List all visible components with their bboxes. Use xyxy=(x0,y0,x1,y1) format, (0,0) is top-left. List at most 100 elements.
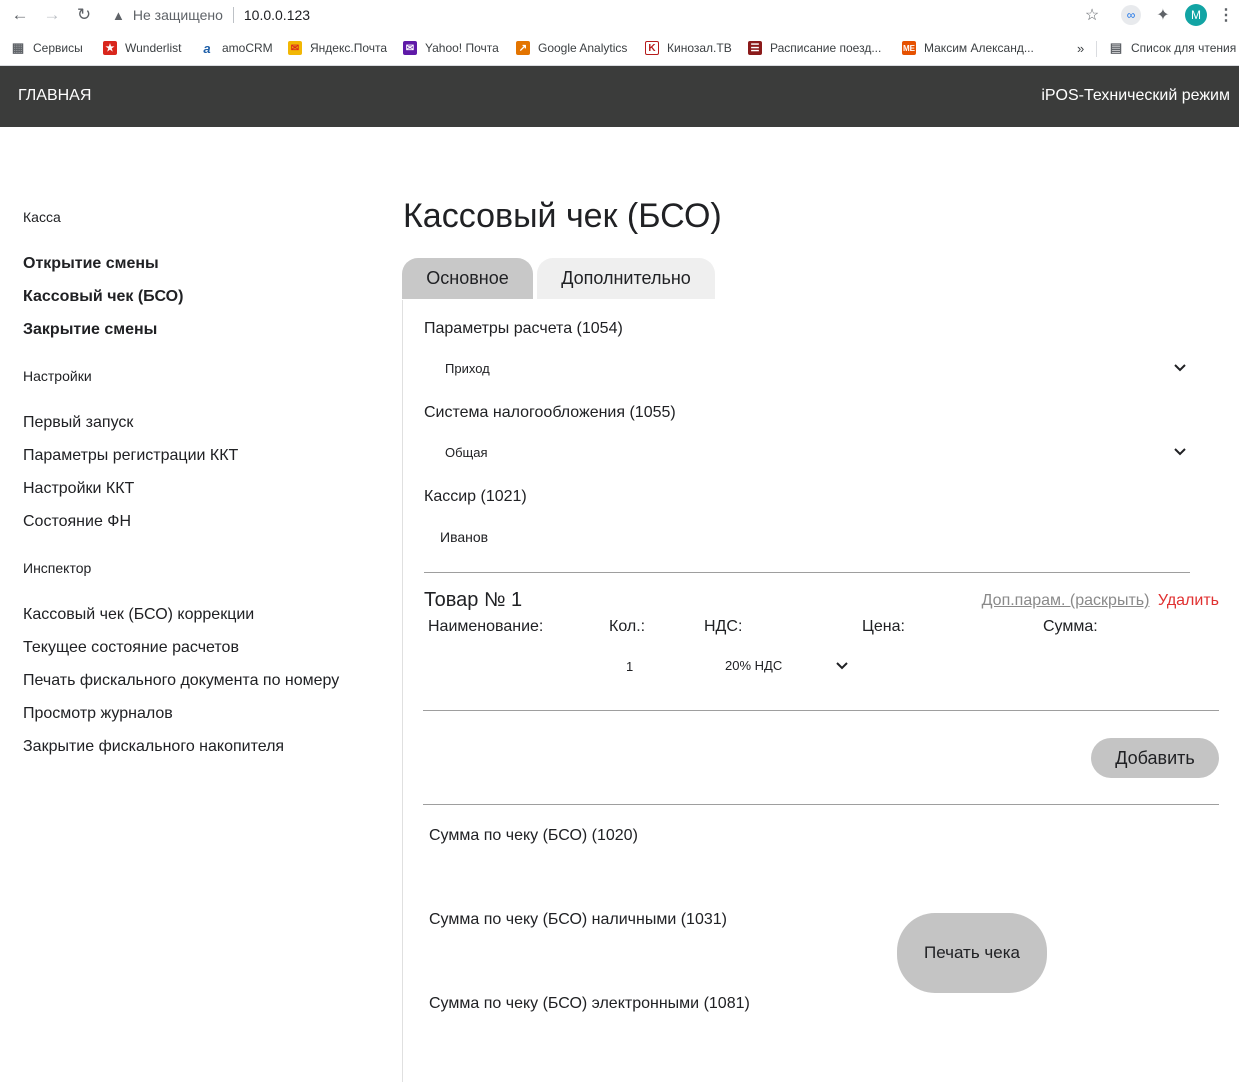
reload-icon[interactable]: ↻ xyxy=(72,4,96,26)
sidebar-item-kkt-settings[interactable]: Настройки ККТ xyxy=(23,480,134,498)
cashier-input[interactable]: Иванов xyxy=(424,522,1190,552)
sum-cash-input[interactable] xyxy=(429,939,829,969)
payment-params-select[interactable]: Приход xyxy=(424,354,1194,382)
bookmark-label: Кинозал.ТВ xyxy=(667,41,732,55)
address-separator xyxy=(232,7,234,23)
separator-line xyxy=(423,710,1219,711)
forward-arrow-icon[interactable]: → xyxy=(40,4,64,26)
chevron-down-icon xyxy=(1173,361,1187,375)
bookmarks-overflow-icon[interactable]: » xyxy=(1077,39,1084,57)
sum-cash-label: Сумма по чеку (БСО) наличными (1031) xyxy=(429,911,727,928)
payment-params-value: Приход xyxy=(445,361,490,376)
chevron-down-icon xyxy=(835,659,849,673)
sidebar-item-fn-status[interactable]: Состояние ФН xyxy=(23,513,131,531)
sum-electronic-input[interactable] xyxy=(429,1023,829,1053)
separator-line xyxy=(423,804,1219,805)
delete-item-link[interactable]: Удалить xyxy=(1158,592,1219,609)
item-sum-label: Сумма: xyxy=(1043,618,1098,635)
sidebar-item-settlement-status[interactable]: Текущее состояние расчетов xyxy=(23,639,239,657)
sum-electronic-label: Сумма по чеку (БСО) электронными (1081) xyxy=(429,995,750,1012)
yandex-mail-icon: ✉ xyxy=(288,41,302,55)
bookmark-amocrm[interactable]: a amoCRM xyxy=(200,39,273,57)
me-icon: ME xyxy=(902,41,916,55)
avatar-letter: M xyxy=(1185,4,1207,26)
item-actions: Доп.парам. (раскрыть) Удалить xyxy=(982,592,1219,610)
reading-list[interactable]: ▤ Список для чтения xyxy=(1109,39,1236,57)
add-item-button[interactable]: Добавить xyxy=(1091,738,1219,778)
sidebar-item-view-logs[interactable]: Просмотр журналов xyxy=(23,705,173,723)
wunderlist-icon: ★ xyxy=(103,41,117,55)
bookmark-label: Максим Александ... xyxy=(924,41,1034,55)
bookmark-kinozal[interactable]: K Кинозал.ТВ xyxy=(645,39,732,57)
bookmark-maxim[interactable]: ME Максим Александ... xyxy=(902,39,1034,57)
bookmarks-divider xyxy=(1096,41,1097,57)
address-bar[interactable]: ▲ Не защищено 10.0.0.123 xyxy=(112,4,310,26)
sidebar-item-close-fn[interactable]: Закрытие фискального накопителя xyxy=(23,738,284,756)
sidebar-item-correction-receipt[interactable]: Кассовый чек (БСО) коррекции xyxy=(23,606,254,624)
amocrm-icon: a xyxy=(203,40,211,56)
item-vat-label: НДС: xyxy=(704,618,743,635)
sidebar-item-receipt[interactable]: Кассовый чек (БСО) xyxy=(23,288,183,306)
bookmark-label: Сервисы xyxy=(33,41,83,55)
sidebar-item-kkt-registration[interactable]: Параметры регистрации ККТ xyxy=(23,447,238,465)
item-qty-label: Кол.: xyxy=(609,618,646,635)
sidebar-item-print-document[interactable]: Печать фискального документа по номеру xyxy=(23,672,339,690)
item-name-label: Наименование: xyxy=(428,618,544,635)
item-vat-value: 20% НДС xyxy=(725,658,783,673)
item-price-input[interactable] xyxy=(862,650,1022,680)
google-analytics-icon: ↗ xyxy=(516,41,530,55)
bookmark-services[interactable]: ▦ Сервисы xyxy=(11,39,83,57)
cashier-label: Кассир (1021) xyxy=(424,488,527,505)
tab-additional[interactable]: Дополнительно xyxy=(537,258,715,299)
warning-icon: ▲ xyxy=(112,7,125,23)
bookmark-label: amoCRM xyxy=(222,41,273,55)
sidebar-item-shift-close[interactable]: Закрытие смены xyxy=(23,321,157,339)
item-title: Товар № 1 xyxy=(424,589,523,611)
page-title: Кассовый чек (БСО) xyxy=(403,197,722,235)
tax-system-value: Общая xyxy=(445,445,488,460)
sidebar-item-first-launch[interactable]: Первый запуск xyxy=(23,414,133,432)
sidebar-section-kassa: Касса xyxy=(23,209,61,225)
print-receipt-button[interactable]: Печать чека xyxy=(897,913,1047,993)
sum-total-input[interactable] xyxy=(429,855,829,885)
bookmark-label: Google Analytics xyxy=(538,41,628,55)
bookmark-yandex-mail[interactable]: ✉ Яндекс.Почта xyxy=(288,39,387,57)
item-name-input[interactable] xyxy=(428,650,598,680)
url-text: 10.0.0.123 xyxy=(243,7,311,23)
browser-menu-icon[interactable]: ⋮ xyxy=(1216,4,1236,26)
sidebar-item-shift-open[interactable]: Открытие смены xyxy=(23,255,159,273)
bookmark-label: Yahoo! Почта xyxy=(425,41,499,55)
profile-avatar[interactable]: M xyxy=(1185,4,1207,26)
train-schedule-icon: ☰ xyxy=(748,41,762,55)
item-sum-input[interactable] xyxy=(1043,650,1213,680)
sidebar-section-settings: Настройки xyxy=(23,368,92,384)
item-qty-input[interactable]: 1 xyxy=(609,650,689,680)
item-qty-value: 1 xyxy=(626,659,634,674)
tab-main[interactable]: Основное xyxy=(402,258,533,299)
sidebar-section-inspector: Инспектор xyxy=(23,560,92,576)
reading-list-label: Список для чтения xyxy=(1131,41,1237,55)
chevron-down-icon xyxy=(1173,445,1187,459)
home-link[interactable]: ГЛАВНАЯ xyxy=(18,87,91,105)
bookmark-train-schedule[interactable]: ☰ Расписание поезд... xyxy=(748,39,881,57)
more-params-link[interactable]: Доп.парам. (раскрыть) xyxy=(982,592,1150,609)
bookmark-wunderlist[interactable]: ★ Wunderlist xyxy=(103,39,181,57)
bookmark-label: Расписание поезд... xyxy=(770,41,882,55)
tax-system-select[interactable]: Общая xyxy=(424,438,1194,466)
bookmark-star-icon[interactable]: ☆ xyxy=(1081,4,1103,26)
sum-total-label: Сумма по чеку (БСО) (1020) xyxy=(429,827,638,844)
security-status: Не защищено xyxy=(132,7,223,23)
content-divider xyxy=(402,300,403,1082)
back-arrow-icon[interactable]: ← xyxy=(8,4,32,26)
app-header: ГЛАВНАЯ iPOS-Технический режим xyxy=(0,66,1239,127)
bookmark-google-analytics[interactable]: ↗ Google Analytics xyxy=(516,39,627,57)
link-extension-icon[interactable]: ∞ xyxy=(1120,4,1142,26)
app-mode-title: iPOS-Технический режим xyxy=(1041,87,1230,104)
yahoo-mail-icon: ✉ xyxy=(403,41,417,55)
bookmarks-bar: ▦ Сервисы ★ Wunderlist a amoCRM ✉ Яндекс… xyxy=(0,31,1239,66)
separator-line xyxy=(424,572,1190,573)
bookmark-yahoo-mail[interactable]: ✉ Yahoo! Почта xyxy=(403,39,499,57)
cashier-value: Иванов xyxy=(440,529,489,545)
extensions-puzzle-icon[interactable]: ✦ xyxy=(1152,4,1174,26)
item-vat-select[interactable]: 20% НДС xyxy=(704,650,852,680)
